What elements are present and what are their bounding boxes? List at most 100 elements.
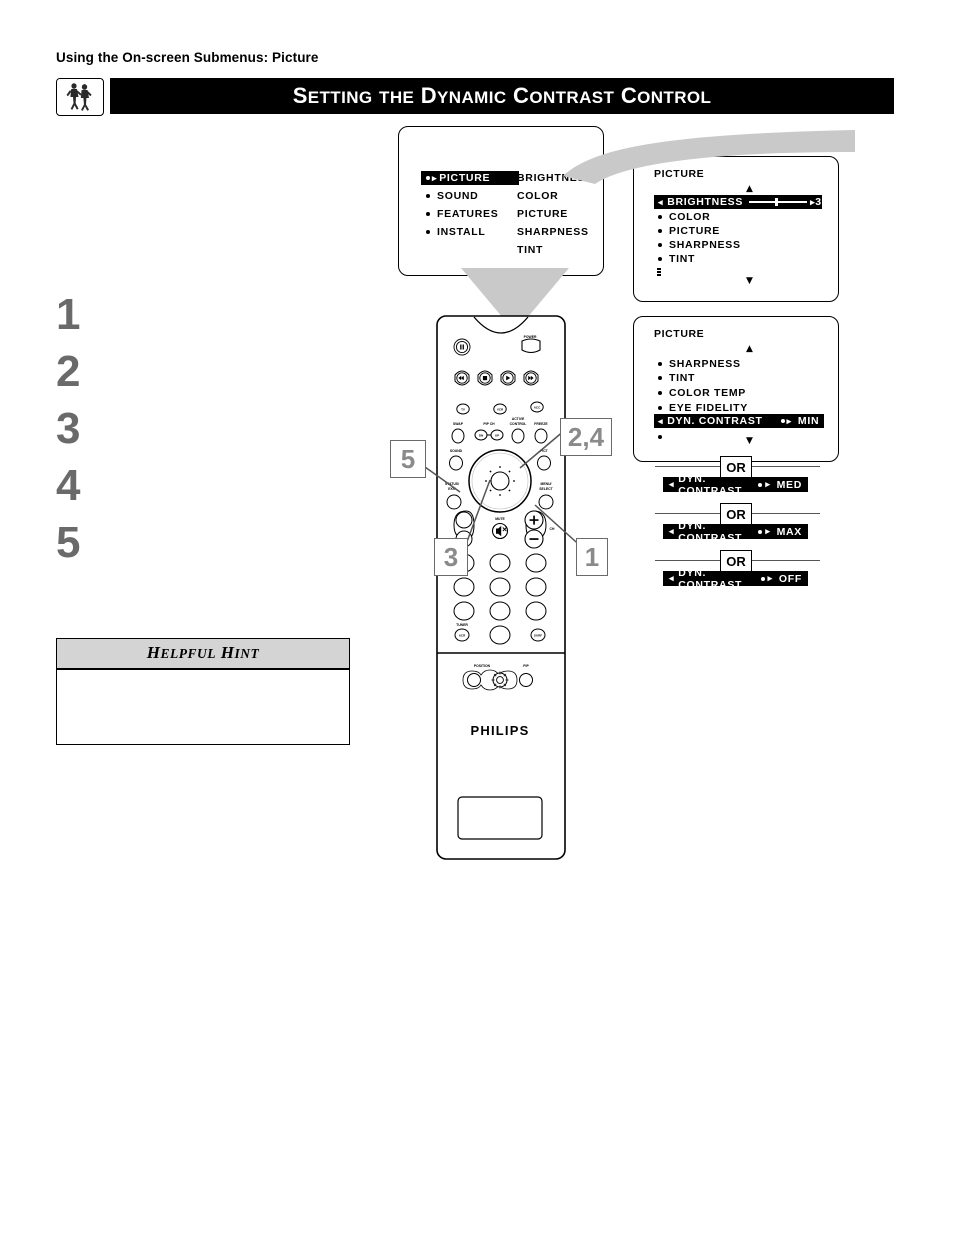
svg-text:PIP: PIP — [523, 664, 529, 668]
list-item: 5 — [56, 520, 356, 577]
right-caret-icon: ▸ — [432, 172, 438, 183]
callout-2-4: 2,4 — [560, 418, 612, 456]
dyn-contrast-option-max[interactable]: ◂ DYN. CONTRAST ▸ MAX — [663, 520, 808, 544]
osd-row-tint[interactable]: TINT — [658, 252, 695, 266]
osd-item-label: EYE FIDELITY — [669, 402, 748, 414]
list-item: 2 — [56, 349, 356, 406]
osd-row-sharpness[interactable]: SHARPNESS — [658, 357, 741, 371]
osd-item-label: SOUND — [437, 190, 479, 202]
bullet-icon — [760, 576, 765, 581]
osd-item-label: BRIGHTNESS — [667, 196, 744, 208]
dyn-contrast-option-off[interactable]: ◂ DYN. CONTRAST ▸ OFF — [663, 567, 808, 591]
bullet-icon — [426, 230, 430, 234]
osd-main-item-install[interactable]: INSTALL — [421, 225, 519, 239]
osd-item-label: SHARPNESS — [669, 239, 741, 251]
brightness-slider[interactable] — [749, 198, 808, 207]
bullet-icon — [758, 529, 763, 534]
scroll-down-arrow-icon: ▼ — [746, 436, 753, 446]
osd-row-more — [658, 430, 669, 444]
osd-item-label: FEATURES — [437, 208, 499, 220]
list-item: 3 — [56, 406, 356, 463]
osd-item-label: PICTURE — [517, 208, 568, 220]
osd-item-label: TINT — [517, 244, 544, 256]
callout-label: 5 — [400, 443, 416, 474]
osd-sub-item-color[interactable]: COLOR — [517, 189, 593, 203]
left-caret-icon: ◂ — [658, 415, 664, 426]
bullet-icon — [658, 435, 662, 439]
breadcrumb: Using the On-screen Submenus: Picture — [56, 50, 319, 65]
svg-text:ACC: ACC — [534, 406, 541, 410]
step-number: 3 — [56, 404, 81, 453]
osd-row-sharpness[interactable]: SHARPNESS — [658, 238, 741, 252]
scroll-down-arrow-icon: ▼ — [746, 276, 753, 286]
scroll-up-arrow-icon: ▲ — [746, 344, 753, 354]
svg-text:PHILIPS: PHILIPS — [471, 723, 530, 738]
osd-item-label: INSTALL — [437, 226, 486, 238]
osd-sub-item-sharpness[interactable]: SHARPNESS — [517, 225, 593, 239]
osd-sub-item-picture[interactable]: PICTURE — [517, 207, 593, 221]
bullet-icon — [426, 212, 430, 216]
osd-row-more — [657, 265, 661, 279]
osd-row-brightness[interactable]: ◂ BRIGHTNESS ▸ 30 — [654, 195, 828, 209]
dyn-contrast-option-med[interactable]: ◂ DYN. CONTRAST ▸ MED — [663, 473, 808, 497]
osd-main-item-features[interactable]: FEATURES — [421, 207, 519, 221]
osd-screen-title: PICTURE — [654, 328, 705, 340]
connector-arrow-main-to-picture — [563, 130, 855, 184]
or-badge-1: OR — [720, 456, 752, 478]
osd-sub-item-tint[interactable]: TINT — [517, 243, 593, 257]
step-number: 5 — [56, 518, 81, 567]
osd-item-label: PICTURE — [669, 225, 720, 237]
osd-row-color[interactable]: COLOR — [658, 210, 710, 224]
bullet-icon — [658, 376, 662, 380]
right-caret-icon: ▸ — [765, 479, 771, 489]
svg-text:POWER: POWER — [524, 335, 537, 339]
callout-1: 1 — [576, 538, 608, 576]
callout-5: 5 — [390, 440, 426, 478]
callout-label: 3 — [443, 541, 459, 572]
more-items-icon — [657, 267, 661, 277]
osd-item-label: COLOR — [517, 190, 559, 202]
or-badge-3: OR — [720, 550, 752, 572]
osd-main-item-picture[interactable]: ▸ PICTURE — [421, 171, 519, 185]
callout-3: 3 — [434, 538, 468, 576]
step-number: 1 — [56, 290, 81, 339]
osd-item-label: SHARPNESS — [517, 226, 589, 238]
step-number: 4 — [56, 461, 81, 510]
osd-item-label: DYN. CONTRAST — [667, 415, 763, 427]
bullet-icon — [658, 406, 662, 410]
bullet-icon — [426, 176, 430, 180]
svg-text:SURF: SURF — [534, 634, 542, 638]
callout-label: 2,4 — [567, 421, 605, 452]
right-caret-icon: ▸ — [765, 526, 771, 536]
osd-row-dyn-contrast[interactable]: ◂ DYN. CONTRAST ▸ MIN — [654, 414, 824, 428]
osd-item-label: COLOR — [669, 211, 711, 223]
or-badge-2: OR — [720, 503, 752, 525]
or-label: OR — [726, 459, 746, 475]
dyn-contrast-value: MIN — [797, 415, 820, 427]
bullet-icon — [658, 243, 662, 247]
osd-item-label: TINT — [669, 253, 696, 265]
or-label: OR — [726, 506, 746, 522]
osd-row-eye-fidelity[interactable]: EYE FIDELITY — [658, 401, 748, 415]
bullet-icon — [758, 482, 763, 487]
svg-text:TUNER: TUNER — [456, 623, 468, 627]
osd-row-tint[interactable]: TINT — [658, 371, 695, 385]
svg-text:POSITION: POSITION — [474, 664, 491, 668]
osd-item-label: PICTURE — [439, 172, 491, 184]
dyn-contrast-value: OFF — [778, 572, 802, 585]
helpful-hint-box: HELPFUL HINT — [56, 638, 350, 745]
osd-row-picture[interactable]: PICTURE — [658, 224, 720, 238]
bullet-icon — [658, 391, 662, 395]
helpful-hint-text — [57, 670, 349, 744]
osd-picture-dyn-contrast: PICTURE ▲ SHARPNESS TINT COLOR TEMP EYE … — [633, 316, 839, 462]
osd-item-label: SHARPNESS — [669, 358, 741, 370]
left-caret-icon: ◂ — [669, 573, 675, 583]
step-number: 2 — [56, 347, 81, 396]
bullet-icon — [426, 194, 430, 198]
bullet-icon — [658, 215, 662, 219]
left-caret-icon: ◂ — [669, 479, 675, 489]
page-title-bar: SETTING THE DYNAMIC CONTRAST CONTROL — [110, 78, 894, 114]
osd-main-item-sound[interactable]: SOUND — [421, 189, 519, 203]
osd-row-color-temp[interactable]: COLOR TEMP — [658, 386, 746, 400]
osd-item-label: COLOR TEMP — [669, 387, 746, 399]
